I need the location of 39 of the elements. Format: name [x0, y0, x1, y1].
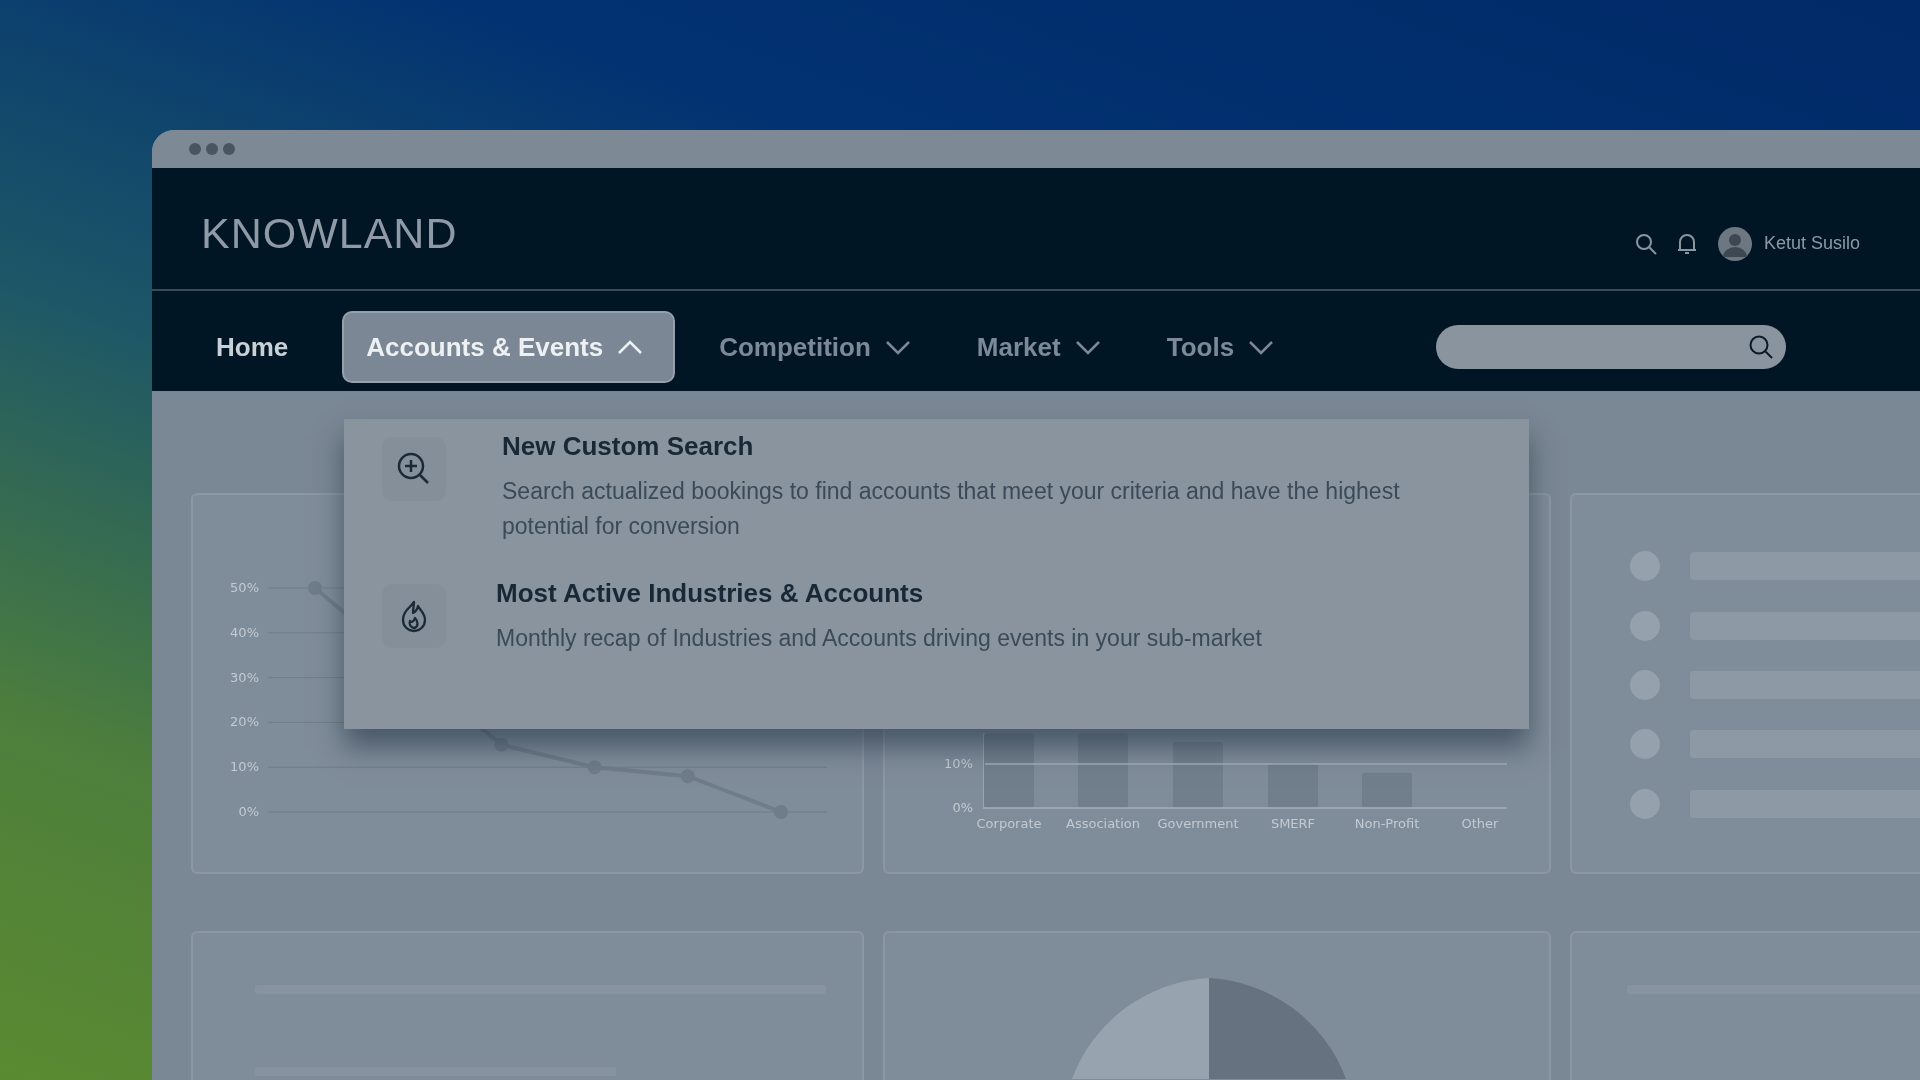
axis-category-label: Other [1461, 816, 1499, 831]
nav-menu-button[interactable]: Market [952, 311, 1133, 383]
avatar-icon[interactable] [1717, 226, 1752, 261]
bar [1362, 772, 1412, 808]
search-field[interactable] [1436, 325, 1786, 369]
menu-item-description: Monthly recap of Industries and Accounts driving events in your sub-market [496, 624, 1263, 653]
axis-tick-label: 50% [230, 580, 259, 595]
menu-item-title[interactable]: New Custom Search [502, 431, 1487, 462]
user-name[interactable]: Ketut Susilo [1763, 233, 1860, 254]
bell-icon[interactable] [1675, 231, 1698, 256]
bar [1173, 742, 1223, 808]
axis-category-label: Government [1157, 816, 1239, 831]
axis-category-label: Corporate [976, 816, 1042, 831]
axis-tick-label: 20% [230, 714, 259, 730]
caret-icon [884, 339, 911, 355]
nav-menu-button[interactable]: Tools [1142, 311, 1307, 383]
axis-tick-label: 10% [944, 756, 973, 771]
axis-category-label: Non-Profit [1354, 816, 1420, 831]
axis-category-label: Association [1066, 816, 1140, 831]
axis-tick-label: 10% [230, 759, 259, 775]
caret-icon [1074, 339, 1101, 355]
axis-tick-label: 40% [230, 624, 259, 640]
axis-category-label: SMERF [1270, 816, 1316, 831]
nav-menu-button[interactable]: Competition [695, 311, 943, 383]
axis-tick-label: 0% [952, 800, 973, 815]
menu-item-title[interactable]: Most Active Industries & Accounts [496, 578, 1481, 609]
window-controls-icon [188, 142, 236, 156]
bar [1268, 764, 1318, 808]
menu-item-description: Search actualized bookings to find accounts that meet your criteria and have the highest potential for conversion [502, 477, 1401, 541]
nav-menu-button[interactable]: Accounts & Events [342, 311, 676, 383]
nav-link[interactable]: Home [192, 311, 321, 383]
axis-tick-label: 30% [230, 669, 259, 685]
data-point [494, 737, 509, 752]
caret-icon [617, 339, 644, 355]
logo[interactable]: KNOWLAND [201, 209, 458, 258]
search-icon[interactable] [1633, 231, 1658, 256]
axis-tick-label: 0% [238, 804, 259, 819]
caret-icon [1248, 339, 1275, 355]
search-icon[interactable] [1748, 334, 1774, 360]
